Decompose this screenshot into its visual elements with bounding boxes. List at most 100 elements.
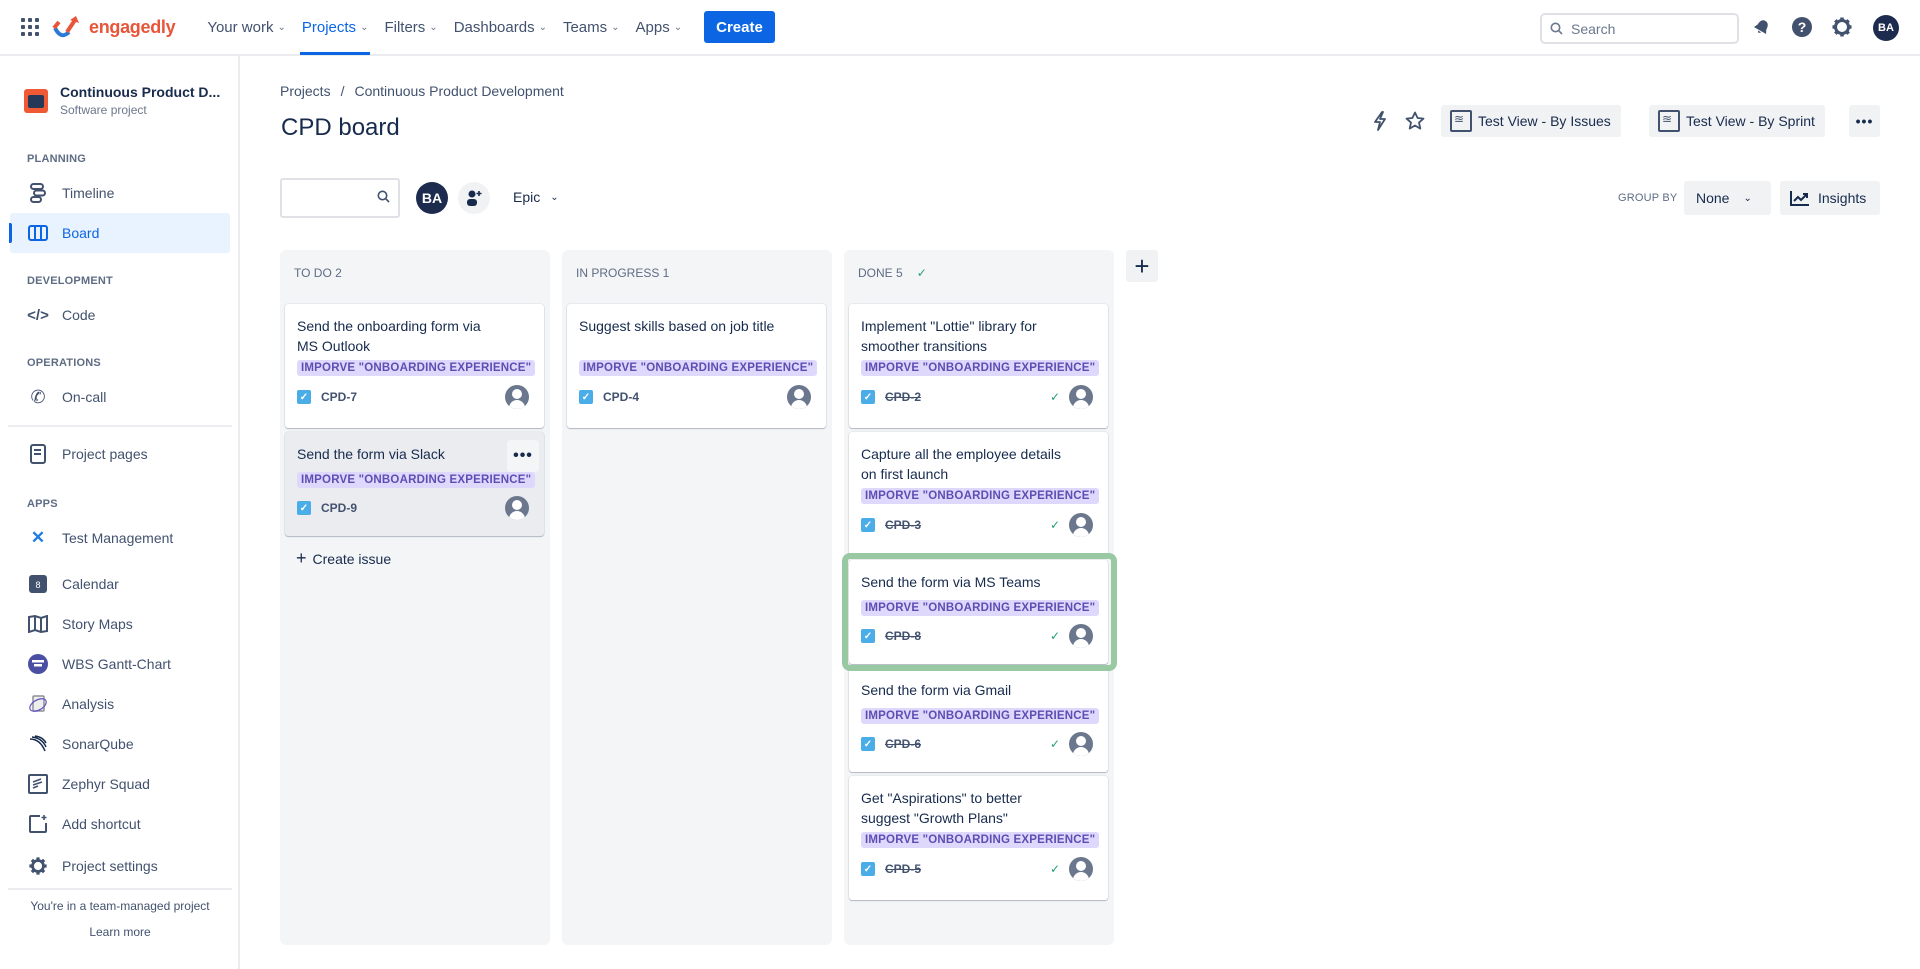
assignee-avatar-icon[interactable] [505,385,529,409]
automation-lightning-icon[interactable] [1369,110,1391,132]
group-by-dropdown[interactable]: None ⌄ [1684,181,1771,215]
selection-highlight [842,553,1117,671]
star-icon[interactable] [1404,110,1426,132]
issue-key[interactable]: CPD-2 [885,390,921,404]
add-column-button[interactable]: + [1126,250,1158,282]
epic-label[interactable]: IMPORVE "ONBOARDING EXPERIENCE" [861,708,1100,724]
sidebar-item-calendar[interactable]: 8 Calendar [10,564,230,604]
nav-teams[interactable]: Teams ⌄ [555,0,628,55]
epic-label[interactable]: IMPORVE "ONBOARDING EXPERIENCE" [861,360,1100,376]
assignee-filter-avatar[interactable]: BA [416,182,448,214]
task-checkbox-icon: ✓ [297,390,311,404]
group-by-label: GROUP BY [1618,192,1678,204]
epic-label[interactable]: IMPORVE "ONBOARDING EXPERIENCE" [861,488,1100,504]
timeline-icon [27,182,49,204]
sidebar-item-code[interactable]: </> Code [10,295,230,335]
learn-more-link[interactable]: Learn more [0,925,240,939]
nav-label: Projects [301,18,357,36]
column-title: DONE 5 [858,266,903,280]
sidebar-item-label: Board [62,225,100,241]
breadcrumb-project[interactable]: Continuous Product Development [354,83,563,99]
zephyr-icon [27,773,49,795]
issue-card[interactable]: Capture all the employee details on firs… [849,432,1108,556]
settings-gear-icon[interactable] [1831,16,1853,38]
board-search-input[interactable] [280,178,400,218]
issue-card[interactable]: Send the form via Slack ••• IMPORVE "ONB… [285,432,544,536]
assignee-avatar-icon[interactable] [1069,513,1093,537]
issue-card[interactable]: Send the onboarding form via MS Outlook … [285,304,544,428]
help-icon[interactable]: ? [1791,16,1813,38]
create-issue-button[interactable]: + Create issue [296,548,391,569]
sidebar-item-project-settings[interactable]: Project settings [10,846,230,886]
test-view-by-issues-button[interactable]: Test View - By Issues [1441,105,1621,137]
nav-label: Apps [635,18,670,36]
nav-your-work[interactable]: Your work ⌄ [199,0,294,55]
profile-avatar[interactable]: BA [1873,15,1899,41]
card-more-button[interactable]: ••• [507,440,539,472]
epic-label[interactable]: IMPORVE "ONBOARDING EXPERIENCE" [297,472,536,488]
nav-filters[interactable]: Filters ⌄ [376,0,445,55]
assignee-avatar-icon[interactable] [1069,732,1093,756]
sidebar-item-sonarqube[interactable]: SonarQube [10,724,230,764]
epic-label[interactable]: IMPORVE "ONBOARDING EXPERIENCE" [579,360,818,376]
issue-card[interactable]: Implement "Lottie" library for smoother … [849,304,1108,428]
code-icon: </> [27,306,49,324]
chevron-down-icon: ⌄ [550,191,559,203]
svg-text:?: ? [1798,19,1807,35]
app-switcher-icon[interactable] [21,18,39,36]
issue-key[interactable]: CPD-3 [885,518,921,532]
column-header: DONE 5 ✓ [858,266,927,280]
more-actions-button[interactable]: ••• [1849,105,1880,137]
project-avatar-icon [24,88,48,113]
insights-button[interactable]: Insights [1780,181,1880,215]
sidebar-item-add-shortcut[interactable]: Add shortcut [10,804,230,844]
issue-key[interactable]: CPD-6 [885,737,921,751]
nav-projects[interactable]: Projects ⌄ [294,0,377,55]
issue-key[interactable]: CPD-5 [885,862,921,876]
sidebar-item-zephyr-squad[interactable]: Zephyr Squad [10,764,230,804]
sidebar-item-story-maps[interactable]: Story Maps [10,604,230,644]
nav-apps[interactable]: Apps ⌄ [628,0,691,55]
gear-icon [27,855,49,877]
nav-dashboards[interactable]: Dashboards ⌄ [446,0,555,55]
project-type: Software project [60,103,147,117]
sidebar-item-wbs-gantt-chart[interactable]: WBS Gantt-Chart [10,644,230,684]
issue-key[interactable]: CPD-4 [603,390,639,404]
section-operations: OPERATIONS [27,357,101,369]
add-people-button[interactable] [458,182,490,214]
issue-card[interactable]: Send the form via Gmail IMPORVE "ONBOARD… [849,668,1108,772]
sidebar-item-on-call[interactable]: ✆ On-call [10,377,230,417]
more-icon: ••• [1855,113,1874,129]
breadcrumb-projects[interactable]: Projects [280,83,331,99]
assignee-avatar-icon[interactable] [1069,385,1093,409]
sidebar: Continuous Product D... Software project… [0,56,240,969]
assignee-avatar-icon[interactable] [1069,857,1093,881]
sidebar-item-board[interactable]: Board [9,213,230,253]
epic-label[interactable]: IMPORVE "ONBOARDING EXPERIENCE" [297,360,536,376]
epic-filter-dropdown[interactable]: Epic ⌄ [513,189,559,205]
sidebar-item-analysis[interactable]: Analysis [10,684,230,724]
assignee-avatar-icon[interactable] [505,496,529,520]
project-header[interactable]: Continuous Product D... Software project [0,56,238,117]
sidebar-item-label: On-call [62,389,107,405]
sidebar-item-test-management[interactable]: ✕ Test Management [10,518,230,558]
epic-filter-label: Epic [513,189,541,205]
nav-label: Dashboards [453,18,535,36]
sidebar-item-project-pages[interactable]: Project pages [10,434,230,474]
task-checkbox-icon: ✓ [861,862,875,876]
create-button[interactable]: Create [704,11,775,43]
issue-card[interactable]: Get "Aspirations" to better suggest "Gro… [849,776,1108,900]
notifications-bell-icon[interactable] [1751,16,1773,38]
test-view-by-sprint-button[interactable]: Test View - By Sprint [1649,105,1825,137]
issue-key[interactable]: CPD-9 [321,501,357,515]
issue-card[interactable]: Suggest skills based on job title IMPORV… [567,304,826,428]
global-search-input[interactable]: Search [1540,13,1739,44]
engagedly-logo[interactable]: engagedly [51,7,176,47]
button-label: Test View - By Issues [1478,113,1611,129]
column-header: TO DO 2 [294,266,342,280]
test-management-icon: ✕ [30,528,46,547]
assignee-avatar-icon[interactable] [787,385,811,409]
sidebar-item-timeline[interactable]: Timeline [10,173,230,213]
issue-key[interactable]: CPD-7 [321,390,357,404]
epic-label[interactable]: IMPORVE "ONBOARDING EXPERIENCE" [861,832,1100,848]
